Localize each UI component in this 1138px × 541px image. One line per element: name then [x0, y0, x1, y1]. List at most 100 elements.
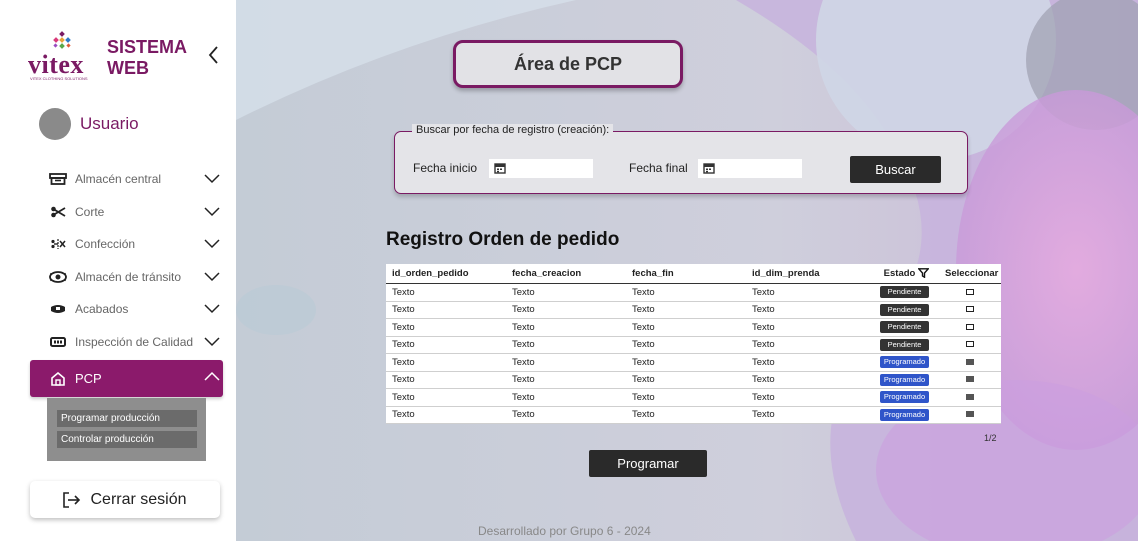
submenu-programar-produccion[interactable]: Programar producción [57, 410, 197, 427]
status-badge: Pendiente [880, 286, 929, 299]
table-cell: Texto [746, 318, 848, 337]
table-row[interactable]: Texto Texto Texto Texto Pendiente [386, 283, 1001, 302]
table-cell: Texto [746, 353, 848, 372]
table-cell: Texto [506, 406, 626, 424]
table-row[interactable]: Texto Texto Texto Texto Programado [386, 406, 1001, 424]
col-estado[interactable]: Estado [848, 264, 939, 284]
estado-cell: Programado [848, 353, 939, 372]
col-fecha-fin[interactable]: fecha_fin [626, 264, 746, 284]
col-seleccionar[interactable]: Seleccionar [939, 264, 1001, 284]
collapse-sidebar-icon[interactable] [204, 44, 224, 66]
row-select-checkbox[interactable] [966, 393, 974, 400]
col-id-orden-pedido[interactable]: id_orden_pedido [386, 264, 506, 284]
table-row[interactable]: Texto Texto Texto Texto Pendiente [386, 336, 1001, 354]
table-cell: Texto [746, 371, 848, 389]
select-cell [939, 301, 1001, 319]
end-date-input[interactable] [698, 159, 802, 178]
table-cell: Texto [386, 283, 506, 302]
col-fecha-creacion[interactable]: fecha_creacion [506, 264, 626, 284]
status-badge: Pendiente [880, 338, 929, 351]
sidebar-item-almacen-central[interactable]: Almacén central [30, 163, 223, 196]
start-date-input[interactable] [489, 159, 593, 178]
table-row[interactable]: Texto Texto Texto Texto Programado [386, 388, 1001, 407]
chevron-down-icon[interactable] [204, 270, 220, 282]
sidebar-item-corte[interactable]: Corte [30, 196, 223, 229]
table-cell: Texto [506, 353, 626, 372]
start-date-label: Fecha inicio [413, 161, 478, 175]
table-cell: Texto [746, 388, 848, 407]
table-cell: Texto [626, 301, 746, 319]
table-cell: Texto [386, 371, 506, 389]
row-select-checkbox[interactable] [966, 341, 974, 348]
row-select-checkbox[interactable] [966, 376, 974, 383]
orders-table: id_orden_pedido fecha_creacion fecha_fin… [386, 264, 1001, 424]
table-row[interactable]: Texto Texto Texto Texto Programado [386, 371, 1001, 389]
logout-button[interactable]: Cerrar sesión [30, 481, 220, 518]
logout-icon [63, 491, 81, 508]
submenu-controlar-produccion[interactable]: Controlar producción [57, 431, 197, 448]
sidebar-item-label: Acabados [75, 302, 129, 317]
row-select-checkbox[interactable] [966, 306, 974, 313]
sidebar-item-label: PCP [75, 371, 102, 386]
estado-cell: Programado [848, 388, 939, 407]
row-select-checkbox[interactable] [966, 323, 974, 330]
table-cell: Texto [626, 371, 746, 389]
table-row[interactable]: Texto Texto Texto Texto Programado [386, 353, 1001, 372]
table-cell: Texto [506, 336, 626, 354]
sidebar-item-acabados[interactable]: Acabados [30, 293, 223, 326]
table-header-row: id_orden_pedido fecha_creacion fecha_fin… [386, 264, 1001, 284]
status-badge: Programado [880, 391, 929, 404]
table-row[interactable]: Texto Texto Texto Texto Pendiente [386, 318, 1001, 337]
calendar-icon[interactable] [494, 162, 506, 174]
row-select-checkbox[interactable] [966, 411, 974, 418]
search-button[interactable]: Buscar [850, 156, 941, 183]
calendar-icon[interactable] [703, 162, 715, 174]
estado-cell: Pendiente [848, 283, 939, 302]
transit-icon [48, 270, 68, 284]
table-cell: Texto [626, 336, 746, 354]
table-cell: Texto [386, 301, 506, 319]
sidebar-nav: Almacén central Corte Confección Almacén… [30, 163, 223, 397]
sidebar-item-inspeccion-calidad[interactable]: Inspección de Calidad [30, 326, 223, 359]
sidebar: vitex VITEX CLOTHING SOLUTIONS SISTEMA W… [0, 0, 236, 541]
chevron-down-icon[interactable] [204, 172, 220, 184]
estado-cell: Pendiente [848, 301, 939, 319]
estado-cell: Programado [848, 371, 939, 389]
status-badge: Programado [880, 408, 929, 421]
pagination-indicator[interactable]: 1/2 [984, 433, 997, 443]
search-legend: Buscar por fecha de registro (creación): [412, 124, 614, 136]
sidebar-item-almacen-transito[interactable]: Almacén de tránsito [30, 261, 223, 294]
select-cell [939, 336, 1001, 354]
col-estado-label: Estado [883, 268, 916, 279]
chevron-up-icon[interactable] [204, 371, 220, 383]
table-row[interactable]: Texto Texto Texto Texto Pendiente [386, 301, 1001, 319]
table-cell: Texto [626, 318, 746, 337]
sidebar-item-label: Almacén de tránsito [75, 269, 182, 284]
chevron-down-icon[interactable] [204, 335, 220, 347]
table-cell: Texto [506, 283, 626, 302]
table-cell: Texto [506, 388, 626, 407]
sidebar-item-confeccion[interactable]: Confección [30, 228, 223, 261]
select-cell [939, 406, 1001, 424]
user-name: Usuario [80, 114, 139, 133]
row-select-checkbox[interactable] [966, 288, 974, 295]
col-id-dim-prenda[interactable]: id_dim_prenda [746, 264, 848, 284]
table-cell: Texto [386, 336, 506, 354]
chevron-down-icon[interactable] [204, 237, 220, 249]
sidebar-item-label: Almacén central [75, 172, 162, 187]
section-title: Registro Orden de pedido [386, 229, 620, 250]
table-cell: Texto [506, 318, 626, 337]
row-select-checkbox[interactable] [966, 358, 974, 365]
chevron-down-icon[interactable] [204, 302, 220, 314]
program-button[interactable]: Programar [589, 450, 707, 477]
filter-icon[interactable] [917, 268, 930, 279]
user-profile[interactable]: Usuario [39, 108, 219, 140]
table-cell: Texto [386, 388, 506, 407]
chevron-down-icon[interactable] [204, 205, 220, 217]
inspection-icon [48, 335, 68, 349]
select-cell [939, 353, 1001, 372]
footer-credit: Desarrollado por Grupo 6 - 2024 [478, 524, 651, 538]
sidebar-item-pcp[interactable]: PCP [30, 360, 223, 397]
select-cell [939, 283, 1001, 302]
table-cell: Texto [626, 353, 746, 372]
